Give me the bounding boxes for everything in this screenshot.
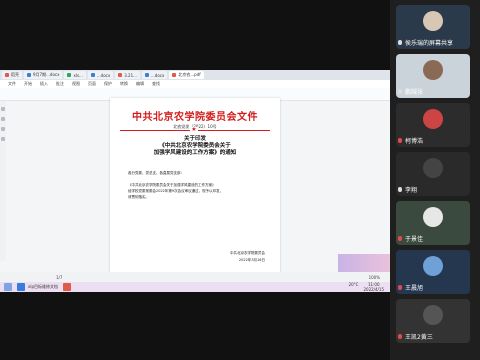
participant-name: 王晨旭 xyxy=(398,283,423,292)
participant-tile[interactable]: 李翔 xyxy=(396,152,470,196)
signature-block: 中共北京农学院委员会 2022年3月16日 xyxy=(230,251,265,262)
left-tool-strip xyxy=(0,101,6,261)
doc-icon xyxy=(90,73,95,77)
mic-icon xyxy=(398,187,402,192)
participant-tile[interactable]: 柯博浩 xyxy=(396,103,470,147)
avatar xyxy=(423,305,443,325)
shared-screen: 稻壳 9月7期...docx xls... ...docx 3.21... ..… xyxy=(0,70,390,292)
start-icon[interactable] xyxy=(4,283,12,291)
menu-item[interactable]: 视图 xyxy=(72,81,80,87)
menu-bar: 文件 开始 插入 批注 视图 页面 保护 转换 编辑 查找 xyxy=(0,80,390,88)
system-tray: 20°C 11:00 2022/4/15 xyxy=(349,282,384,292)
document-title: 中共北京农学院委员会文件 xyxy=(132,112,258,123)
doc-icon xyxy=(27,73,31,77)
menu-item[interactable]: 编辑 xyxy=(136,81,144,87)
taskbar-app-label[interactable]: xlp目标维修文档 xyxy=(28,284,58,290)
avatar xyxy=(423,158,443,178)
document-heading: 关于印发 《中共北京农学院委员会关于 加强学风建设的工作方案》的通知 xyxy=(153,136,237,156)
wps-icon[interactable] xyxy=(63,283,72,291)
mic-muted-icon xyxy=(398,138,402,143)
tab-1[interactable]: 9月7期...docx xyxy=(24,71,63,79)
participant-tile[interactable]: 于景佳 xyxy=(396,201,470,245)
doc-icon xyxy=(144,73,149,77)
menu-item[interactable]: 保护 xyxy=(104,81,112,87)
participant-name: 侯乐瑞的屏幕共享 xyxy=(398,38,453,47)
participant-tile[interactable]: 王晨旭 xyxy=(396,250,470,294)
mic-icon xyxy=(398,89,402,94)
page-indicator[interactable]: 1/7 xyxy=(56,275,62,280)
document-body: 《中共北京农学院委员会关于加强学风建设的工作方案》 经学校党委常委会2022年第… xyxy=(128,183,224,199)
search-icon[interactable] xyxy=(1,137,5,141)
tab-3[interactable]: ...docx xyxy=(87,71,114,79)
participant-name: 于景佳 xyxy=(398,234,423,243)
thumbnail-icon[interactable] xyxy=(1,107,5,111)
wps-tab-bar: 稻壳 9月7期...docx xls... ...docx 3.21... ..… xyxy=(0,70,390,80)
menu-item[interactable]: 批注 xyxy=(56,81,64,87)
zoom-level[interactable]: 100% xyxy=(369,275,380,280)
participant-name: 柯博浩 xyxy=(398,136,423,145)
avatar xyxy=(423,109,443,129)
doc-icon xyxy=(5,73,9,77)
menu-item[interactable]: 页面 xyxy=(88,81,96,87)
menu-item[interactable]: 插入 xyxy=(40,81,48,87)
app-icon[interactable] xyxy=(17,283,25,291)
status-bar: 1/7 100% xyxy=(0,272,390,282)
tab-6-active[interactable]: 北京农...pdf xyxy=(169,71,204,79)
participant-name: 王凯2黄三 xyxy=(398,332,433,341)
participant-tile[interactable]: 侯乐瑞的屏幕共享 xyxy=(396,5,470,49)
menu-item[interactable]: 文件 xyxy=(8,81,16,87)
avatar xyxy=(423,60,443,80)
tab-5[interactable]: ...docx xyxy=(141,71,168,79)
temperature: 20°C xyxy=(348,282,359,287)
participant-name: 鹏贼张 xyxy=(398,87,423,96)
star-icon: ★ xyxy=(190,126,198,133)
document-page: 中共北京农学院委员会文件 北农党发〔2022〕10号 ★ 关于印发 《中共北京农… xyxy=(110,98,280,288)
pdf-icon xyxy=(172,73,177,77)
windows-taskbar: xlp目标维修文档 20°C 11:00 2022/4/15 xyxy=(0,282,390,292)
participant-name: 李翔 xyxy=(398,185,417,194)
menu-item[interactable]: 查找 xyxy=(152,81,160,87)
doc-icon xyxy=(118,73,123,77)
tab-4[interactable]: 3.21... xyxy=(115,71,140,79)
salutation: 各分党委、党总支、各直属党支部： xyxy=(128,171,184,175)
mic-muted-icon xyxy=(398,334,402,339)
mic-muted-icon xyxy=(398,285,402,290)
decorative-banner xyxy=(338,254,390,272)
menu-item[interactable]: 开始 xyxy=(24,81,32,87)
bookmark-icon[interactable] xyxy=(1,117,5,121)
avatar xyxy=(423,207,443,227)
avatar xyxy=(423,256,443,276)
tab-2[interactable]: xls... xyxy=(64,71,86,79)
mic-icon xyxy=(398,40,402,45)
shared-screen-area: 稻壳 9月7期...docx xls... ...docx 3.21... ..… xyxy=(0,0,390,360)
participant-tile[interactable]: 鹏贼张 xyxy=(396,54,470,98)
avatar xyxy=(423,11,443,31)
menu-item[interactable]: 转换 xyxy=(120,81,128,87)
clock[interactable]: 11:00 2022/4/15 xyxy=(363,282,384,292)
comment-icon[interactable] xyxy=(1,127,5,131)
mic-muted-icon xyxy=(398,236,402,241)
doc-icon xyxy=(67,73,72,77)
tab-0[interactable]: 稻壳 xyxy=(2,71,22,79)
participant-tile[interactable]: 王凯2黄三 xyxy=(396,299,470,343)
